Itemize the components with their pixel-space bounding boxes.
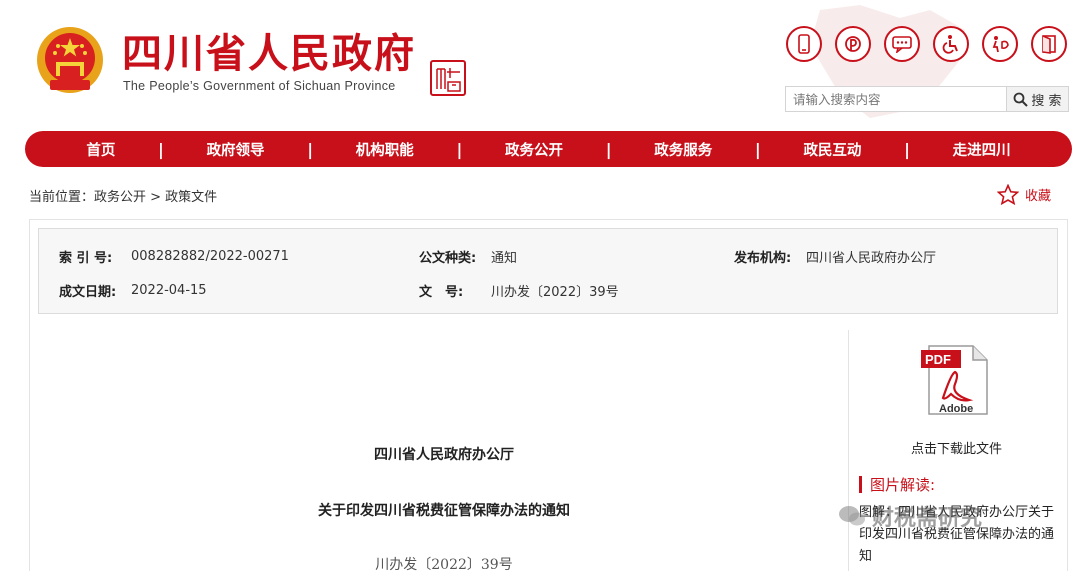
weibo-icon[interactable] [835, 26, 871, 62]
document-content: 四川省人民政府办公厅 关于印发四川省税费征管保障办法的通知 川办发〔2022〕3… [40, 330, 848, 571]
meta-docno-label: 文 号: [419, 285, 464, 300]
meta-index-value: 008282882/2022-00271 [131, 249, 289, 264]
meta-index: 索 引 号: 008282882/2022-00271 [59, 247, 289, 266]
meta-docno-value: 川办发〔2022〕39号 [491, 285, 619, 300]
nav-item-leaders[interactable]: 政府领导 [207, 139, 265, 160]
document-meta-box: 索 引 号: 008282882/2022-00271 公文种类: 通知 发布机… [38, 228, 1058, 314]
main-nav: 首页 | 政府领导 | 机构职能 | 政务公开 | 政务服务 | 政民互动 | … [25, 131, 1072, 167]
site-header: 四川省人民政府 The People’s Government of Sichu… [0, 0, 1080, 130]
pdf-file-icon[interactable]: PDF Adobe [921, 344, 991, 416]
mobile-icon[interactable] [786, 26, 822, 62]
search-input[interactable] [786, 87, 1006, 111]
elderly-care-icon[interactable] [982, 26, 1018, 62]
search-bar: 搜 索 [785, 86, 1069, 112]
toolbar-icons [786, 26, 1067, 62]
search-icon [1014, 92, 1029, 107]
nav-separator: | [754, 139, 761, 159]
nav-separator: | [605, 139, 612, 159]
svg-text:Adobe: Adobe [939, 403, 973, 415]
nav-item-interaction[interactable]: 政民互动 [803, 139, 861, 160]
search-button-label: 搜 索 [1031, 93, 1062, 109]
wechat-watermark: 财税斋研究 [838, 500, 982, 532]
picture-reading-heading: 图片解读: [859, 474, 935, 495]
watermark-text: 财税斋研究 [872, 506, 983, 531]
meta-issuer-value: 四川省人民政府办公厅 [806, 251, 937, 266]
meta-index-label: 索 引 号: [59, 251, 113, 266]
meta-category: 公文种类: 通知 [419, 247, 517, 266]
nav-item-functions[interactable]: 机构职能 [356, 139, 414, 160]
seal-stamp [430, 60, 466, 96]
document-number: 川办发〔2022〕39号 [375, 557, 513, 571]
meta-date: 成文日期: 2022-04-15 [59, 281, 207, 300]
nav-item-about-sichuan[interactable]: 走进四川 [953, 139, 1011, 160]
site-subtitle: The People’s Government of Sichuan Provi… [123, 79, 396, 93]
exit-icon[interactable] [1031, 26, 1067, 62]
meta-issuer: 发布机构: 四川省人民政府办公厅 [734, 247, 936, 266]
wechat-icon [839, 506, 865, 526]
sidebar: PDF Adobe 点击下载此文件 图片解读: 图解：四川省人民政府办公厅关于印… [848, 330, 1063, 571]
favorite-label: 收藏 [1025, 189, 1052, 204]
breadcrumb[interactable]: 当前位置：政务公开 > 政策文件 [29, 186, 217, 205]
meta-issuer-label: 发布机构: [734, 251, 792, 266]
meta-category-label: 公文种类: [419, 251, 477, 266]
nav-item-home[interactable]: 首页 [86, 139, 115, 160]
nav-separator: | [158, 139, 164, 159]
accessibility-icon[interactable] [933, 26, 969, 62]
picture-reading-title: 图片解读: [870, 476, 936, 494]
search-button[interactable]: 搜 索 [1006, 87, 1068, 111]
meta-date-value: 2022-04-15 [131, 283, 207, 298]
document-title: 关于印发四川省税费征管保障办法的通知 [318, 503, 570, 519]
nav-separator: | [456, 139, 463, 159]
download-file-link[interactable]: 点击下载此文件 [849, 438, 1064, 457]
nav-separator: | [307, 139, 314, 159]
meta-date-label: 成文日期: [59, 285, 117, 300]
national-emblem-icon [37, 27, 103, 93]
meta-docno: 文 号: 川办发〔2022〕39号 [419, 281, 619, 300]
nav-item-open-government[interactable]: 政务公开 [505, 139, 563, 160]
nav-separator: | [904, 139, 910, 159]
seal-icon [436, 68, 461, 92]
message-icon[interactable] [884, 26, 920, 62]
favorite-button[interactable]: 收藏 [997, 184, 1051, 205]
svg-text:PDF: PDF [925, 352, 951, 367]
heading-accent-bar [859, 476, 862, 493]
site-title: 四川省人民政府 [122, 31, 416, 77]
meta-category-value: 通知 [491, 251, 518, 266]
star-icon [997, 184, 1019, 205]
nav-item-services[interactable]: 政务服务 [654, 139, 712, 160]
document-issuer: 四川省人民政府办公厅 [374, 447, 514, 463]
